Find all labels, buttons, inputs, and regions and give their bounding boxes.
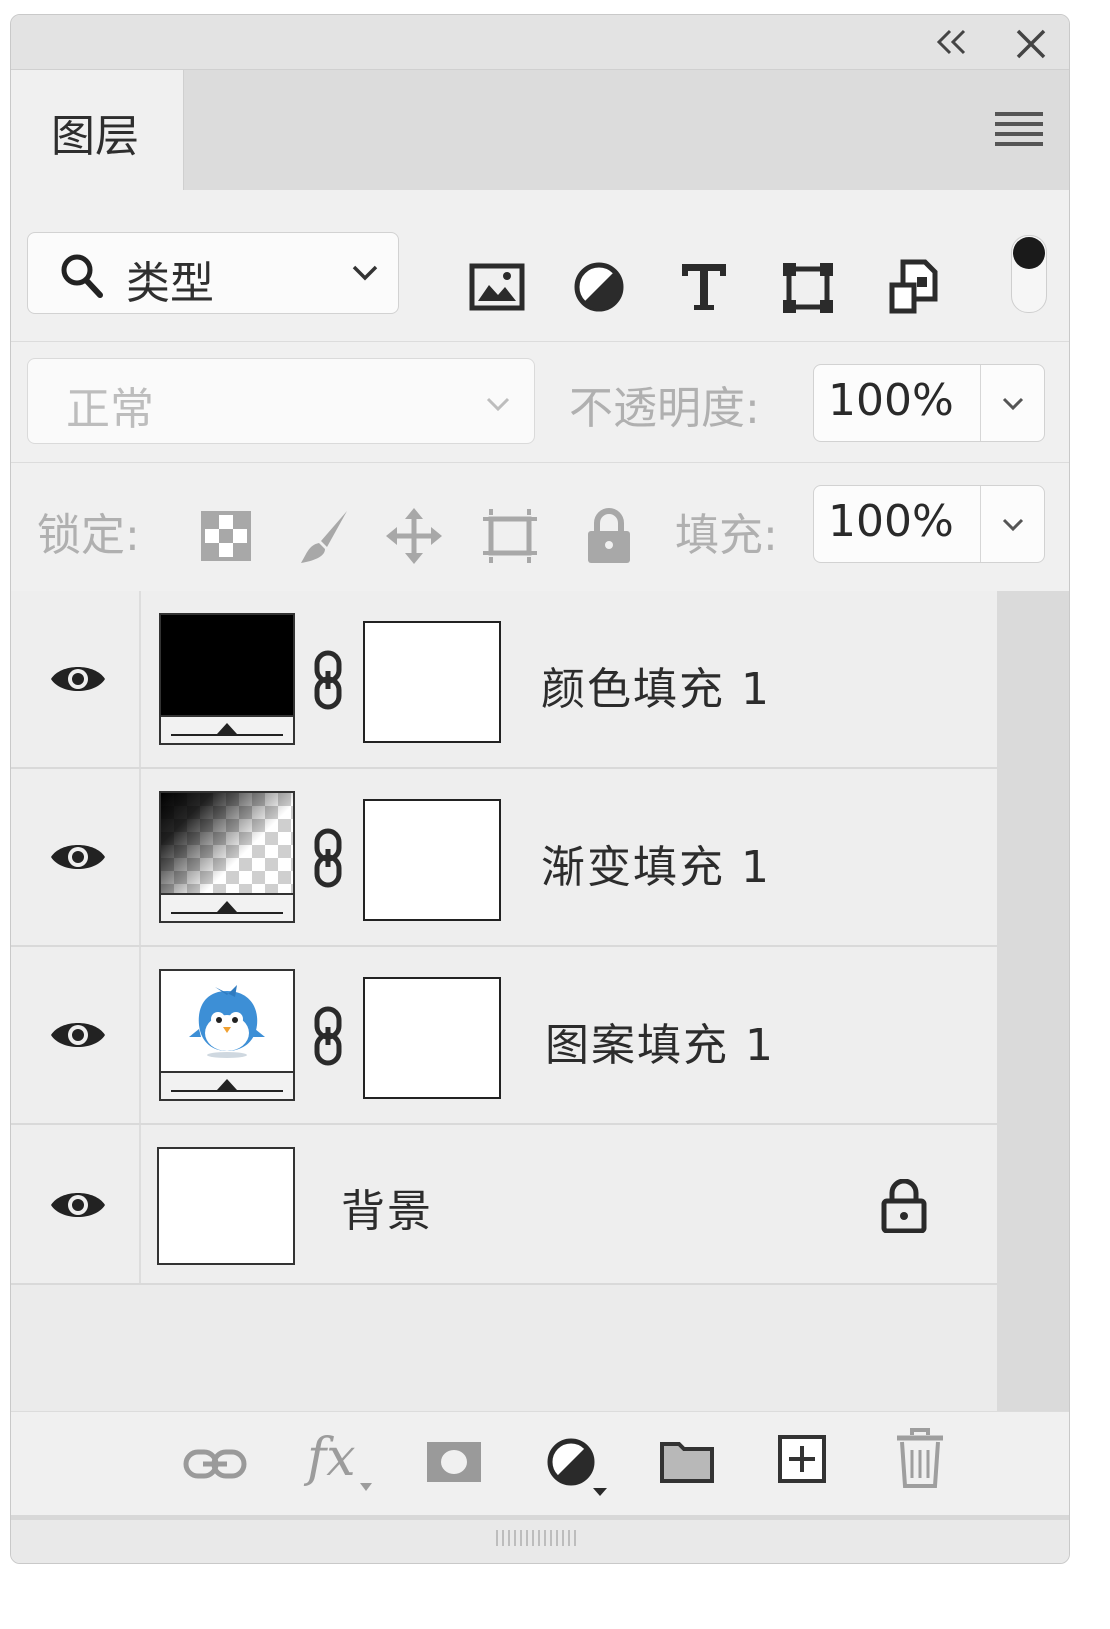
- layer-name: 图案填充 1: [545, 1020, 775, 1071]
- eye-icon[interactable]: [49, 1015, 107, 1055]
- layer-row[interactable]: 背景: [11, 1125, 997, 1285]
- shape-filter-icon[interactable]: [781, 261, 835, 315]
- pattern-bird-icon: [185, 985, 269, 1059]
- close-icon[interactable]: [1013, 27, 1049, 61]
- lock-icon: [881, 1179, 927, 1233]
- lock-artboard-icon[interactable]: [479, 507, 541, 565]
- layer-thumbnail: [159, 969, 295, 1101]
- type-filter-icon[interactable]: [679, 261, 729, 313]
- layer-name: 渐变填充 1: [541, 842, 771, 893]
- tab-label: 图层: [51, 111, 139, 162]
- chevron-down-icon[interactable]: [1000, 516, 1026, 534]
- fill-value: 100%: [828, 496, 954, 547]
- layer-style-button[interactable]: fx: [307, 1428, 356, 1488]
- new-adjustment-layer-icon[interactable]: [545, 1436, 619, 1500]
- new-group-icon[interactable]: [659, 1438, 715, 1484]
- delete-layer-icon[interactable]: [895, 1428, 945, 1488]
- link-chain-icon[interactable]: [309, 649, 349, 713]
- layer-name: 背景: [341, 1186, 433, 1237]
- layers-footer-toolbar: fx: [11, 1411, 1069, 1516]
- link-layers-icon[interactable]: [183, 1446, 247, 1482]
- blend-mode-select[interactable]: 正常: [27, 358, 535, 444]
- layers-scrollbar[interactable]: [997, 591, 1069, 1411]
- image-filter-icon[interactable]: [469, 263, 525, 311]
- layer-row[interactable]: 图案填充 1: [11, 947, 997, 1125]
- layer-filter-row: 类型: [11, 191, 1069, 342]
- layer-thumbnail: [159, 613, 295, 745]
- layer-row[interactable]: 颜色填充 1: [11, 591, 997, 769]
- triangle-down-icon: [359, 1482, 373, 1492]
- link-chain-icon[interactable]: [309, 827, 349, 891]
- lock-label: 锁定:: [37, 510, 140, 561]
- smart-object-filter-icon[interactable]: [889, 259, 939, 315]
- layer-mask-thumbnail[interactable]: [363, 621, 501, 743]
- lock-position-icon[interactable]: [385, 507, 443, 565]
- eye-icon[interactable]: [49, 1185, 107, 1225]
- lock-all-icon[interactable]: [585, 507, 633, 565]
- filter-toggle[interactable]: [1011, 235, 1047, 313]
- layer-thumbnail: [157, 1147, 295, 1265]
- layer-mask-thumbnail[interactable]: [363, 977, 501, 1099]
- lock-row: 锁定: 填充: 100%: [11, 463, 1069, 589]
- panel-title-bar: [11, 15, 1069, 70]
- fill-label: 填充:: [675, 510, 778, 561]
- filter-toggle-knob: [1013, 237, 1045, 269]
- layer-row[interactable]: 渐变填充 1: [11, 769, 997, 947]
- add-mask-icon[interactable]: [425, 1440, 483, 1484]
- lock-image-pixels-icon[interactable]: [297, 507, 353, 567]
- tab-layers[interactable]: 图层: [11, 70, 184, 190]
- search-icon: [58, 251, 106, 301]
- blend-mode-value: 正常: [66, 384, 154, 435]
- opacity-label: 不透明度:: [569, 383, 760, 434]
- chevron-down-icon: [484, 395, 512, 413]
- blend-row: 正常 不透明度: 100%: [11, 342, 1069, 463]
- double-chevron-left-icon[interactable]: [931, 27, 971, 57]
- new-layer-icon[interactable]: [777, 1434, 827, 1484]
- layers-list: 颜色填充 1 渐变填充 1 图案填充 1 背景: [11, 591, 1069, 1411]
- chevron-down-icon[interactable]: [1000, 395, 1026, 413]
- layer-thumbnail: [159, 791, 295, 923]
- fill-field[interactable]: 100%: [813, 485, 1045, 563]
- resize-grip[interactable]: [496, 1530, 580, 1546]
- lock-transparent-pixels-icon[interactable]: [201, 511, 251, 561]
- eye-icon[interactable]: [49, 837, 107, 877]
- eye-icon[interactable]: [49, 659, 107, 699]
- hamburger-menu-icon[interactable]: [993, 110, 1045, 150]
- filter-kind-value: 类型: [126, 258, 214, 309]
- layer-mask-thumbnail[interactable]: [363, 799, 501, 921]
- chevron-down-icon: [350, 263, 380, 283]
- layer-name: 颜色填充 1: [541, 664, 771, 715]
- opacity-field[interactable]: 100%: [813, 364, 1045, 442]
- filter-kind-select[interactable]: 类型: [27, 232, 399, 314]
- link-chain-icon[interactable]: [309, 1005, 349, 1069]
- panel-tab-bar: 图层: [11, 70, 1069, 190]
- adjustment-filter-icon[interactable]: [573, 261, 625, 313]
- panel-resize-bar[interactable]: [11, 1515, 1069, 1563]
- layers-panel: 图层 类型 正常 不透明度: 100% 锁定: 填充: 100% 颜色填充 1 …: [10, 14, 1070, 1564]
- opacity-value: 100%: [828, 375, 954, 426]
